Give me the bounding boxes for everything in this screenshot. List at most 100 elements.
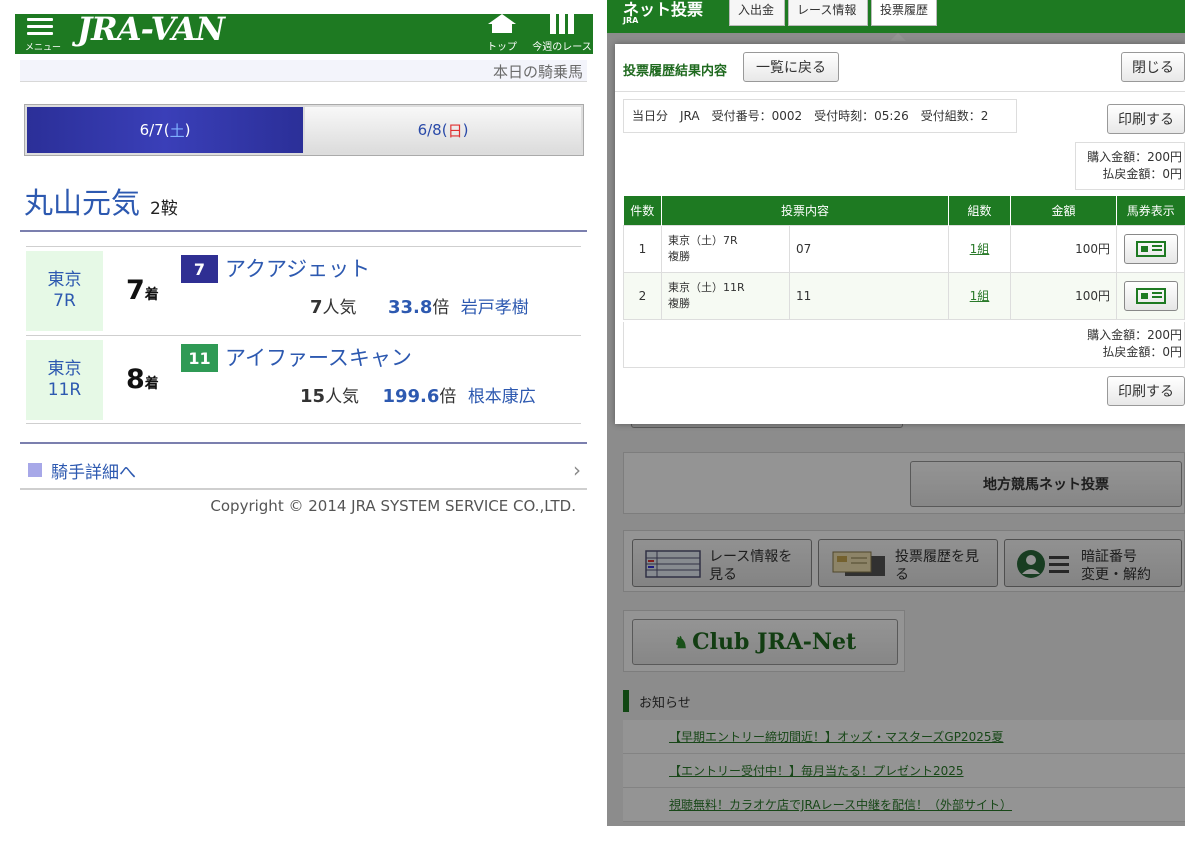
col-content: 投票内容 (661, 196, 949, 225)
popularity-unit: 人気 (322, 298, 357, 318)
odds: 199.6倍 (382, 386, 457, 407)
tab-deposit[interactable]: 入出金 (729, 0, 785, 26)
race-text: 東京（土）11R (668, 280, 745, 294)
divider (26, 423, 581, 424)
amount-summary-bottom: 購入金額：200円 払戻金額：0円 (623, 322, 1185, 368)
tab-date-0608[interactable]: 6/8(日) (305, 107, 581, 153)
divider (20, 230, 587, 232)
purchase-amount: 購入金額：200円 (1087, 328, 1182, 342)
row-ticket (1116, 224, 1185, 273)
venue-cell[interactable]: 東京 11R (26, 340, 103, 420)
jockey-link[interactable]: 岩戸孝樹 (461, 298, 529, 318)
table-header-row: 件数 投票内容 組数 金額 馬券表示 (623, 196, 1185, 225)
col-amount: 金額 (1010, 196, 1117, 225)
square-bullet-icon (28, 463, 42, 477)
race-row[interactable]: 東京 11R 8着 11 アイファースキャン 15人気 199.6倍 根本康広 (26, 335, 581, 421)
row-selection: 11 (789, 271, 949, 320)
venue-name: 東京 (47, 359, 82, 379)
receipt-info: 当日分 JRA 受付番号：0002 受付時刻：05:26 受付組数：2 (623, 99, 1017, 133)
top-label: トップ (487, 42, 517, 53)
tab-close-paren: ) (184, 121, 191, 139)
row-race: 東京（土）7R 複勝 (661, 224, 790, 273)
finish-value: 8 (126, 364, 145, 395)
table-row: 1 東京（土）7R 複勝 07 1組 100円 (623, 224, 1185, 273)
jravan-logo[interactable]: JRA-VAN (77, 10, 225, 48)
this-week-races-button[interactable]: 今週のレース (531, 14, 593, 54)
odds-value: 33.8 (387, 297, 433, 318)
row-race: 東京（土）11R 複勝 (661, 271, 790, 320)
ticket-view-button[interactable] (1123, 233, 1178, 264)
finish-value: 7 (126, 275, 145, 306)
net-vote-panel: ネット投票 JRA 入出金 レース情報 投票履歴 地方競馬ネット投票 レース情報… (607, 0, 1185, 826)
tab-date-0607[interactable]: 6/7(土) (27, 107, 303, 153)
tab-day-text: 土 (169, 121, 185, 140)
odds-unit: 倍 (439, 387, 457, 407)
tab-date-text: 6/7( (139, 121, 170, 139)
modal-title: 投票履歴結果内容 (623, 64, 728, 79)
horse-number-badge: 7 (181, 255, 218, 283)
tab-race-info[interactable]: レース情報 (788, 0, 868, 26)
top-button[interactable]: トップ (477, 14, 527, 54)
ticket-icon (1135, 240, 1166, 257)
row-sets: 1組 (948, 271, 1011, 320)
race-stats: 7人気 33.8倍 岩戸孝樹 (310, 293, 529, 318)
back-to-list-button[interactable]: 一覧に戻る (743, 52, 839, 82)
print-button-bottom[interactable]: 印刷する (1107, 376, 1185, 406)
horse-name-link[interactable]: アクアジェット (225, 253, 370, 283)
jockey-detail-link[interactable]: 騎手詳細へ › (20, 452, 587, 490)
jockey-ride-count: 2鞍 (150, 199, 178, 219)
tab-vote-history[interactable]: 投票履歴 (871, 0, 937, 26)
finish-position: 8着 (126, 364, 159, 395)
jockey-link[interactable]: 根本康広 (468, 387, 536, 407)
row-no: 1 (623, 224, 662, 273)
tab-day-text: 日 (447, 121, 463, 140)
popularity-unit: 人気 (325, 387, 360, 407)
jockey-name: 丸山元気 (24, 186, 141, 220)
ticket-view-button[interactable] (1123, 280, 1178, 311)
odds: 33.8倍 (387, 297, 449, 318)
ticket-icon (1135, 287, 1166, 304)
row-selection: 07 (789, 224, 949, 273)
date-tabs: 6/7(土) 6/8(日) (24, 104, 584, 156)
menu-button[interactable]: メニュー (21, 16, 65, 53)
col-count: 件数 (623, 196, 662, 225)
race-number: 7R (53, 291, 76, 311)
popularity-value: 7 (310, 297, 323, 318)
tab-date-text: 6/8( (417, 121, 448, 139)
bet-type: 複勝 (668, 296, 690, 310)
race-stats: 15人気 199.6倍 根本康広 (300, 382, 536, 407)
row-sets: 1組 (948, 224, 1011, 273)
race-row[interactable]: 東京 7R 7着 7 アクアジェット 7人気 33.8倍 岩戸孝樹 (26, 246, 581, 332)
close-button[interactable]: 閉じる (1121, 52, 1185, 82)
horse-number-badge: 11 (181, 344, 218, 372)
this-week-label: 今週のレース (532, 42, 592, 53)
chevron-right-icon: › (573, 458, 581, 482)
divider (20, 442, 587, 444)
finish-unit: 着 (144, 287, 159, 303)
jra-brand-sub: JRA (623, 16, 639, 25)
print-button[interactable]: 印刷する (1107, 104, 1185, 134)
net-vote-header: ネット投票 JRA 入出金 レース情報 投票履歴 (607, 0, 1185, 33)
row-amount: 100円 (1010, 224, 1117, 273)
horse-name-link[interactable]: アイファースキャン (225, 342, 412, 372)
popularity-value: 15 (300, 386, 326, 407)
jockey-detail-label: 騎手詳細へ (51, 463, 136, 483)
row-no: 2 (623, 271, 662, 320)
finish-position: 7着 (126, 275, 159, 306)
vote-table: 件数 投票内容 組数 金額 馬券表示 1 東京（土）7R 複勝 07 1組 100… (623, 196, 1185, 320)
hamburger-icon (27, 18, 53, 36)
amount-summary: 購入金額：200円 払戻金額：0円 (1075, 142, 1185, 190)
venue-cell[interactable]: 東京 7R (26, 251, 103, 331)
odds-value: 199.6 (382, 386, 440, 407)
col-ticket: 馬券表示 (1116, 196, 1185, 225)
sets-link[interactable]: 1組 (970, 289, 990, 303)
page-subtitle-bar: 本日の騎乗馬 (20, 60, 587, 82)
copyright: Copyright © 2014 JRA SYSTEM SERVICE CO.,… (210, 497, 576, 515)
col-sets: 組数 (948, 196, 1011, 225)
venue-name: 東京 (47, 270, 82, 290)
menu-label: メニュー (25, 43, 62, 53)
purchase-amount: 購入金額：200円 (1087, 150, 1182, 164)
payout-amount: 払戻金額：0円 (1102, 345, 1182, 359)
vote-history-result-modal: 投票履歴結果内容 一覧に戻る 閉じる 当日分 JRA 受付番号：0002 受付時… (615, 44, 1185, 424)
sets-link[interactable]: 1組 (970, 242, 990, 256)
